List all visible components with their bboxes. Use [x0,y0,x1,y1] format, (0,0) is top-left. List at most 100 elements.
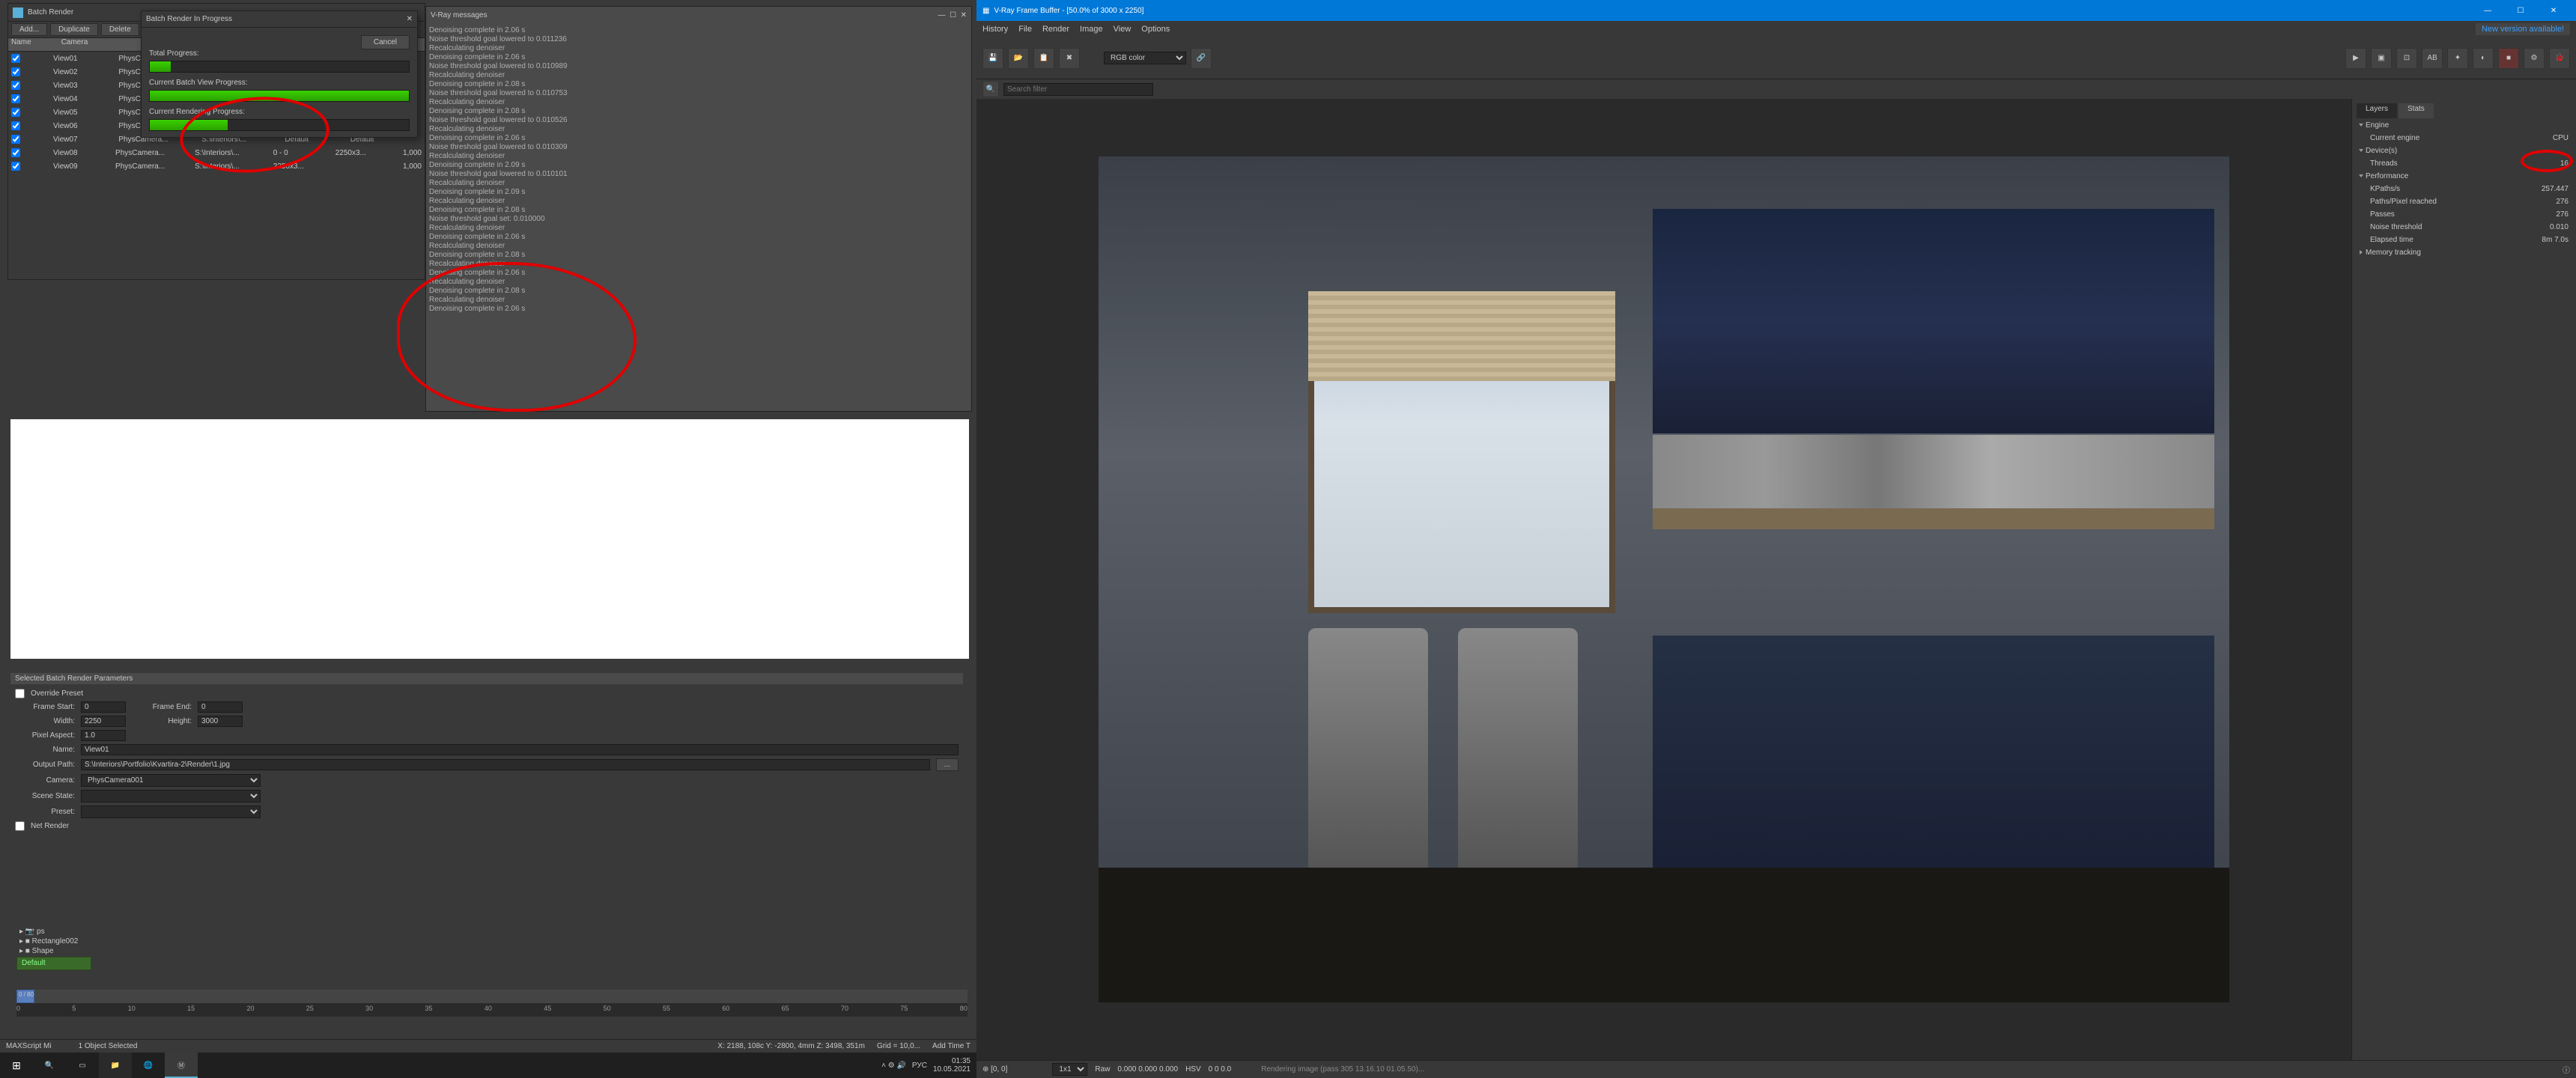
pixel-icon[interactable]: ⊡ [2396,48,2417,69]
channel-select[interactable]: RGB color [1104,52,1186,64]
batch-params-panel: Selected Batch Render Parameters Overrid… [7,670,966,838]
scene-state-label: Scene State: [15,792,75,800]
row-checkbox[interactable] [11,135,20,144]
output-path-input[interactable] [81,759,930,770]
tab-layers[interactable]: Layers [2357,103,2397,118]
batch-row[interactable]: View08PhysCamera...S:\Interiors\...0 - 0… [8,146,425,159]
region-icon[interactable]: ▣ [2371,48,2392,69]
camera-select[interactable]: PhysCamera001 [81,774,261,787]
menu-view[interactable]: View [1114,25,1131,34]
tray-icons[interactable]: ˄ ⚙ 🔊 [881,1062,906,1070]
close-icon[interactable]: ✕ [2537,0,2570,21]
compare-icon[interactable]: AB [2422,48,2443,69]
debug-icon[interactable]: 🐞 [2549,48,2570,69]
height-input[interactable] [198,716,243,727]
batch-row[interactable]: View09PhysCamera...S:\Interiors\...2250x… [8,159,425,173]
name-input[interactable] [81,744,959,755]
stat-devices-section[interactable]: Device(s) [2357,145,2572,156]
preset-select[interactable] [81,806,261,818]
new-version-link[interactable]: New version available! [2476,23,2570,35]
browse-button[interactable]: ... [936,758,959,771]
minimize-icon[interactable]: — [2471,0,2504,21]
task-view-icon[interactable]: ▭ [66,1053,99,1078]
cancel-button[interactable]: Cancel [361,35,410,49]
vray-msg-titlebar[interactable]: V-Ray messages — ☐ ✕ [426,7,971,23]
link-icon[interactable]: 🔗 [1191,48,1212,69]
pixel-aspect-label: Pixel Aspect: [15,731,75,740]
explorer-icon[interactable]: 📁 [99,1053,132,1078]
max-panel: Batch Render Add... Duplicate Delete Nam… [0,0,976,1078]
start-button[interactable]: ⊞ [0,1053,33,1078]
load-icon[interactable]: 📂 [1008,48,1029,69]
menu-history[interactable]: History [982,25,1008,34]
row-checkbox[interactable] [11,67,20,76]
vfb-titlebar[interactable]: ▦ V-Ray Frame Buffer - [50.0% of 3000 x … [976,0,2576,21]
maximize-icon[interactable]: ☐ [2504,0,2537,21]
max-icon[interactable]: Ⓜ [165,1053,198,1078]
chrome-icon[interactable]: 🌐 [132,1053,165,1078]
stop-icon[interactable]: ■ [2498,48,2519,69]
timeline-frame-marker[interactable]: 0 / 80 [16,990,34,1003]
clear-icon[interactable]: ✖ [1059,48,1080,69]
timeline-bar[interactable] [16,990,967,1003]
vray-msg-body[interactable]: Denoising complete in 2.06 sNoise thresh… [426,23,971,411]
windows-taskbar[interactable]: ⊞ 🔍 ▭ 📁 🌐 Ⓜ ˄ ⚙ 🔊 РУС 01:35 10.05.2021 [0,1053,976,1078]
row-checkbox[interactable] [11,94,20,103]
row-checkbox[interactable] [11,108,20,117]
row-checkbox[interactable] [11,148,20,157]
menu-file[interactable]: File [1018,25,1032,34]
close-icon[interactable]: ✕ [961,11,967,19]
zoom-select[interactable]: 1x1 [1052,1063,1087,1076]
copy-icon[interactable]: 📋 [1033,48,1054,69]
maximize-icon[interactable]: ☐ [950,11,956,19]
net-render-checkbox[interactable] [15,821,25,831]
frame-start-input[interactable] [81,701,126,713]
col-camera: Camera [61,38,88,51]
system-tray[interactable]: ˄ ⚙ 🔊 РУС 01:35 10.05.2021 [881,1057,970,1074]
pixel-aspect-input[interactable] [81,730,126,741]
stat-engine-section[interactable]: Engine [2357,120,2572,131]
override-checkbox[interactable] [15,689,25,698]
frame-end-input[interactable] [198,701,243,713]
row-checkbox[interactable] [11,54,20,63]
selection-status: 1 Object Selected [79,1042,138,1050]
tab-stats[interactable]: Stats [2399,103,2434,118]
layer-default[interactable]: Default [16,957,91,970]
width-input[interactable] [81,716,126,727]
viewport[interactable] [10,419,969,659]
close-icon[interactable]: ✕ [407,15,413,23]
duplicate-button[interactable]: Duplicate [50,23,98,36]
render-icon[interactable]: ▶ [2345,48,2366,69]
menu-image[interactable]: Image [1080,25,1103,34]
lens-icon[interactable]: ✦ [2447,48,2468,69]
row-checkbox[interactable] [11,162,20,171]
row-checkbox[interactable] [11,81,20,90]
search-input[interactable] [1003,83,1153,96]
rendering-bar [149,119,410,131]
progress-titlebar[interactable]: Batch Render In Progress ✕ [142,11,417,28]
menu-render[interactable]: Render [1042,25,1069,34]
row-checkbox[interactable] [11,121,20,130]
search-icon[interactable]: 🔍 [982,81,999,97]
add-button[interactable]: Add... [11,23,47,36]
stat-memory-section[interactable]: Memory tracking [2357,247,2572,258]
render-viewport[interactable] [976,99,2351,1060]
tray-time[interactable]: 01:35 [933,1057,970,1065]
save-icon[interactable]: 💾 [982,48,1003,69]
tray-date[interactable]: 10.05.2021 [933,1065,970,1074]
info-icon[interactable]: ⓘ [2563,1064,2570,1075]
timeline-ruler[interactable]: 05101520253035404550556065707580 [16,1003,967,1017]
minimize-icon[interactable]: — [938,11,946,19]
vfb-stats-panel: Layers Stats Engine Current engineCPU De… [2351,99,2576,1060]
stat-perf-section[interactable]: Performance [2357,171,2572,182]
tray-lang[interactable]: РУС [912,1062,927,1070]
search-icon[interactable]: 🔍 [33,1053,66,1078]
coords-readout: X: 2188, 108c Y: -2800, 4mm Z: 3498, 351… [717,1042,865,1050]
col-name: Name [11,38,31,51]
scene-state-select[interactable] [81,790,261,803]
cc-icon[interactable]: ◐ [2473,48,2494,69]
settings-icon[interactable]: ⚙ [2524,48,2545,69]
menu-options[interactable]: Options [1141,25,1170,34]
delete-button[interactable]: Delete [101,23,139,36]
output-path-label: Output Path: [15,761,75,769]
